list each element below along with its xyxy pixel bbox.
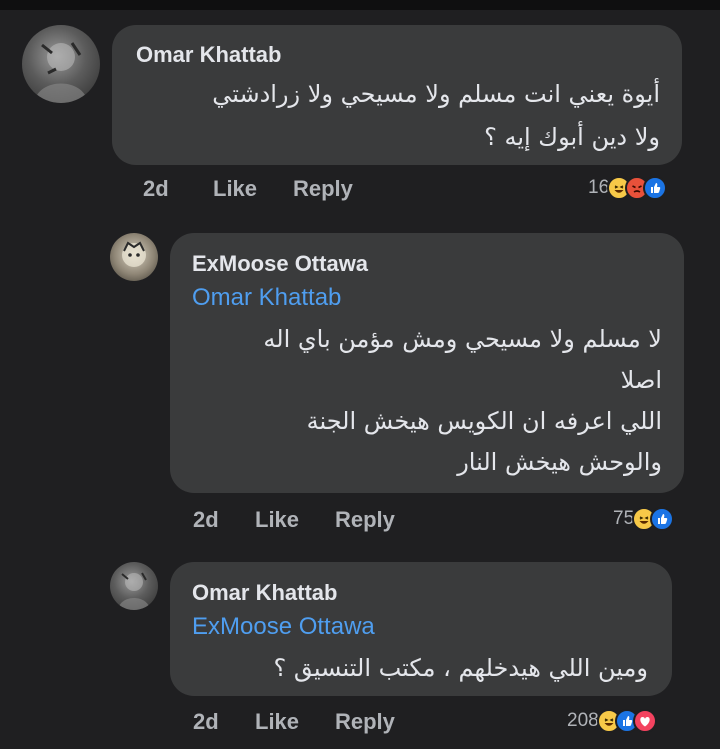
avatar[interactable]: [110, 562, 158, 610]
reactions-summary[interactable]: 75: [613, 507, 675, 531]
comment-bubble: Omar Khattab أيوة يعني انت مسلم ولا مسيح…: [112, 25, 682, 165]
top-edge-bar: [0, 0, 720, 10]
like-button[interactable]: Like: [255, 709, 299, 735]
comment-text-line: أيوة يعني انت مسلم ولا مسيحي ولا زرادشتي: [212, 80, 660, 108]
comment-timestamp[interactable]: 2d: [143, 176, 169, 202]
avatar[interactable]: [22, 25, 100, 103]
like-button[interactable]: Like: [213, 176, 257, 202]
profile-photo-icon: [118, 572, 150, 610]
reaction-count: 75: [613, 508, 635, 529]
comment-bubble: ExMoose Ottawa Omar Khattab لا مسلم ولا …: [170, 233, 684, 493]
reactions-summary[interactable]: 208: [567, 709, 657, 733]
comment-text-line: اللي اعرفه ان الكويس هيخش الجنة: [306, 407, 662, 435]
like-icon: [643, 176, 668, 200]
reply-button[interactable]: Reply: [335, 709, 395, 735]
comment-text-line: لا مسلم ولا مسيحي ومش مؤمن باي اله: [263, 325, 662, 353]
reaction-count: 16: [588, 177, 610, 198]
comment-timestamp[interactable]: 2d: [193, 709, 219, 735]
comment-author-name[interactable]: Omar Khattab: [136, 42, 281, 68]
avatar[interactable]: [110, 233, 158, 281]
mention-link[interactable]: Omar Khattab: [192, 284, 341, 312]
profile-photo-icon: [34, 42, 88, 103]
love-icon: [632, 709, 657, 733]
like-icon: [650, 507, 675, 531]
comment-author-name[interactable]: Omar Khattab: [192, 580, 337, 606]
comment-text-line: ولا دين أبوك إيه ؟: [484, 123, 660, 151]
like-button[interactable]: Like: [255, 507, 299, 533]
profile-photo-icon: [122, 241, 146, 267]
comment-bubble: Omar Khattab ExMoose Ottawa ومين اللي هي…: [170, 562, 672, 696]
comment-author-name[interactable]: ExMoose Ottawa: [192, 251, 368, 277]
comment-text-line: والوحش هيخش النار: [457, 448, 662, 476]
reactions-summary[interactable]: 16: [588, 176, 668, 200]
comment-text-line: ومين اللي هيدخلهم ، مكتب التنسيق ؟: [273, 654, 648, 682]
reaction-count: 208: [567, 710, 599, 731]
reply-button[interactable]: Reply: [335, 507, 395, 533]
reply-button[interactable]: Reply: [293, 176, 353, 202]
comment-timestamp[interactable]: 2d: [193, 507, 219, 533]
mention-link[interactable]: ExMoose Ottawa: [192, 613, 375, 641]
comment-text-line: اصلا: [620, 366, 662, 394]
